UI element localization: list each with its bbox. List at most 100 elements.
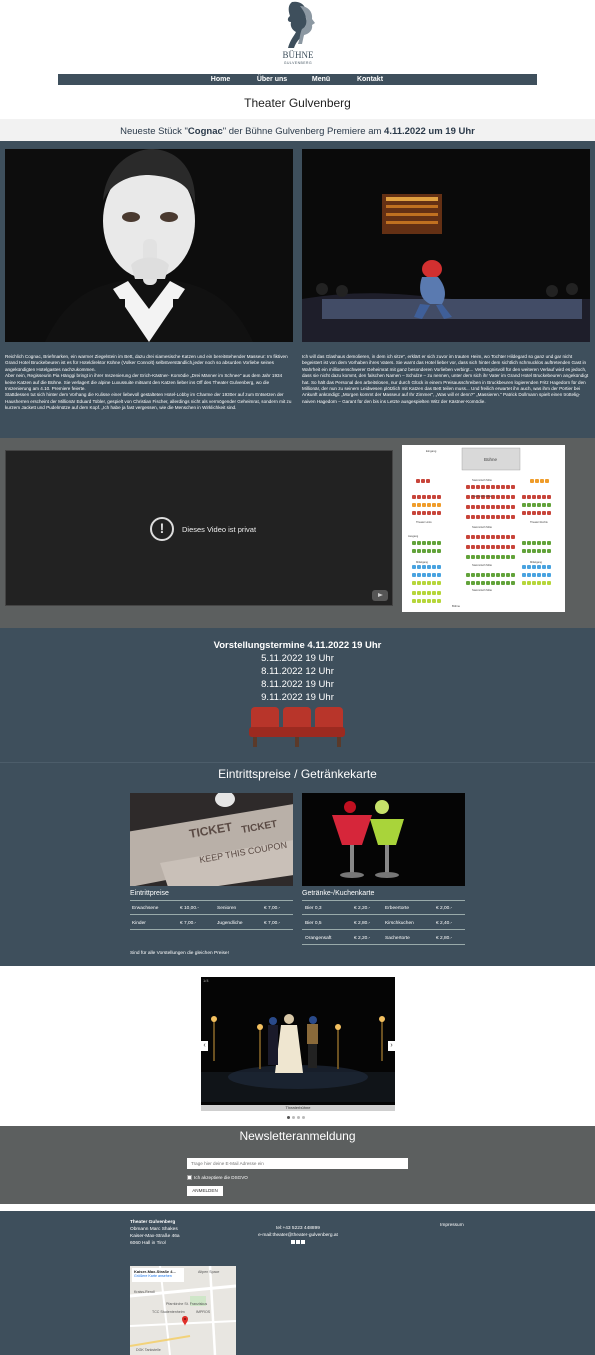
impressum-link[interactable]: Impressum	[440, 1223, 464, 1228]
seat	[432, 591, 436, 595]
seat	[412, 503, 416, 507]
seating-plan: Bühne Eingang Stammtisch Mitte Stammtisch M…	[402, 445, 565, 612]
seat	[466, 485, 470, 489]
seat	[496, 545, 500, 549]
seat	[491, 505, 495, 509]
tickets-table: Eintrittpreise Erwachsene € 10,00.- Seni…	[130, 890, 293, 935]
seat	[527, 565, 531, 569]
nav-about[interactable]: Über uns	[244, 74, 300, 85]
nav-home[interactable]: Home	[197, 74, 244, 85]
seat	[476, 515, 480, 519]
location-map[interactable]: Kaiser-Max-Straße 4... Größere Karte ans…	[130, 1266, 236, 1355]
seat	[496, 515, 500, 519]
page-title: Theater Gulvenberg	[244, 96, 351, 110]
seat	[427, 511, 431, 515]
video-player[interactable]: ! Dieses Video ist privat	[5, 450, 393, 606]
seat	[547, 511, 551, 515]
table-row: Kinder € 7,00.- Jugendliche € 7,00.-	[130, 918, 293, 930]
seat	[481, 581, 485, 585]
cell: Bier 0,5	[305, 921, 322, 926]
footer-street: Kaiser-Max-Straße 46a	[130, 1234, 180, 1239]
seat	[422, 599, 426, 603]
seat	[532, 495, 536, 499]
drinks-title: Getränke-/Kuchenkarte	[302, 890, 465, 901]
seat	[547, 581, 551, 585]
nav-menu[interactable]: Menü	[300, 74, 342, 85]
seat	[496, 581, 500, 585]
footer-name: Theater Gulvenberg	[130, 1220, 176, 1225]
cell: € 10,00.-	[180, 906, 199, 911]
seat	[437, 549, 441, 553]
row-label: Stammtisch Mitte	[472, 588, 492, 592]
seat	[527, 573, 531, 577]
cell: Erwachsene	[132, 906, 159, 911]
gallery-dot[interactable]	[297, 1116, 300, 1119]
seat	[471, 535, 475, 539]
seat	[427, 541, 431, 545]
gallery-dot-active[interactable]	[287, 1116, 290, 1119]
footer-phone[interactable]: tel:+43 5223 448899	[240, 1225, 356, 1232]
seat	[506, 545, 510, 549]
prices-note: Sind für alle Vorstellungen die gleichen…	[130, 951, 229, 956]
stage-label: Bühne	[484, 457, 498, 462]
facebook-icon[interactable]	[291, 1240, 295, 1244]
seat	[422, 573, 426, 577]
seat	[412, 541, 416, 545]
gallery-dot[interactable]	[292, 1116, 295, 1119]
seat	[422, 495, 426, 499]
seat	[422, 581, 426, 585]
gallery-slider[interactable]: 1/4 ‹ › Theaterbühne	[201, 977, 395, 1111]
cell: € 2,00.-	[436, 906, 453, 911]
seat	[542, 573, 546, 577]
instagram-icon[interactable]	[301, 1240, 305, 1244]
map-label: Altpen Space	[198, 1270, 220, 1274]
seat	[511, 495, 515, 499]
seat	[481, 515, 485, 519]
youtube-icon[interactable]	[296, 1240, 300, 1244]
newsletter-email-input[interactable]	[187, 1158, 408, 1169]
youtube-icon[interactable]	[372, 590, 388, 601]
seat	[537, 541, 541, 545]
seat	[547, 503, 551, 507]
seat	[412, 495, 416, 499]
dsgvo-checkbox[interactable]	[187, 1175, 192, 1180]
seat	[481, 573, 485, 577]
schedule-title: Vorstellungstermine 4.11.2022 19 Uhr	[213, 640, 382, 651]
schedule-date: 5.11.2022 19 Uhr	[261, 653, 334, 664]
seat	[471, 505, 475, 509]
site-logo[interactable]: BÜHNE GULVENBERG	[278, 0, 318, 70]
gallery-next-button[interactable]: ›	[388, 1041, 395, 1051]
seat	[466, 545, 470, 549]
seat	[421, 479, 425, 483]
seat	[511, 485, 515, 489]
seat	[522, 511, 526, 515]
gallery-prev-button[interactable]: ‹	[201, 1041, 208, 1051]
nav-contact[interactable]: Kontakt	[342, 74, 398, 85]
seat	[422, 503, 426, 507]
newsletter-submit-button[interactable]: ANMELDEN	[187, 1186, 223, 1196]
seat	[427, 581, 431, 585]
stage-photo	[302, 149, 590, 342]
footer-email[interactable]: e-mail:theater@theater-gulvenberg.at	[240, 1232, 356, 1239]
gallery-dot[interactable]	[302, 1116, 305, 1119]
seat	[501, 555, 505, 559]
seat	[501, 535, 505, 539]
newsletter-title: Newsletteranmeldung	[239, 1129, 356, 1143]
video-private-message: Dieses Video ist privat	[182, 525, 257, 534]
table-row: Bier 0,3 € 2,20.- Erbeertorte € 2,00.-	[302, 903, 465, 915]
seat	[417, 565, 421, 569]
row-label: Stammtisch Mitte	[472, 525, 492, 529]
seat	[476, 555, 480, 559]
main-nav: Home Über uns Menü Kontakt	[58, 74, 537, 85]
seat	[522, 503, 526, 507]
map-larger-link[interactable]: Größere Karte ansehen	[134, 1274, 182, 1278]
seat	[432, 541, 436, 545]
seat	[466, 555, 470, 559]
seat	[432, 495, 436, 499]
footer-owner: Obmann Marc Shakes	[130, 1227, 178, 1232]
seat	[466, 495, 470, 499]
mime-photo	[5, 149, 293, 342]
prices-title: Eintrittspreise / Getränkekarte	[218, 767, 377, 781]
seat	[432, 599, 436, 603]
seat	[427, 503, 431, 507]
